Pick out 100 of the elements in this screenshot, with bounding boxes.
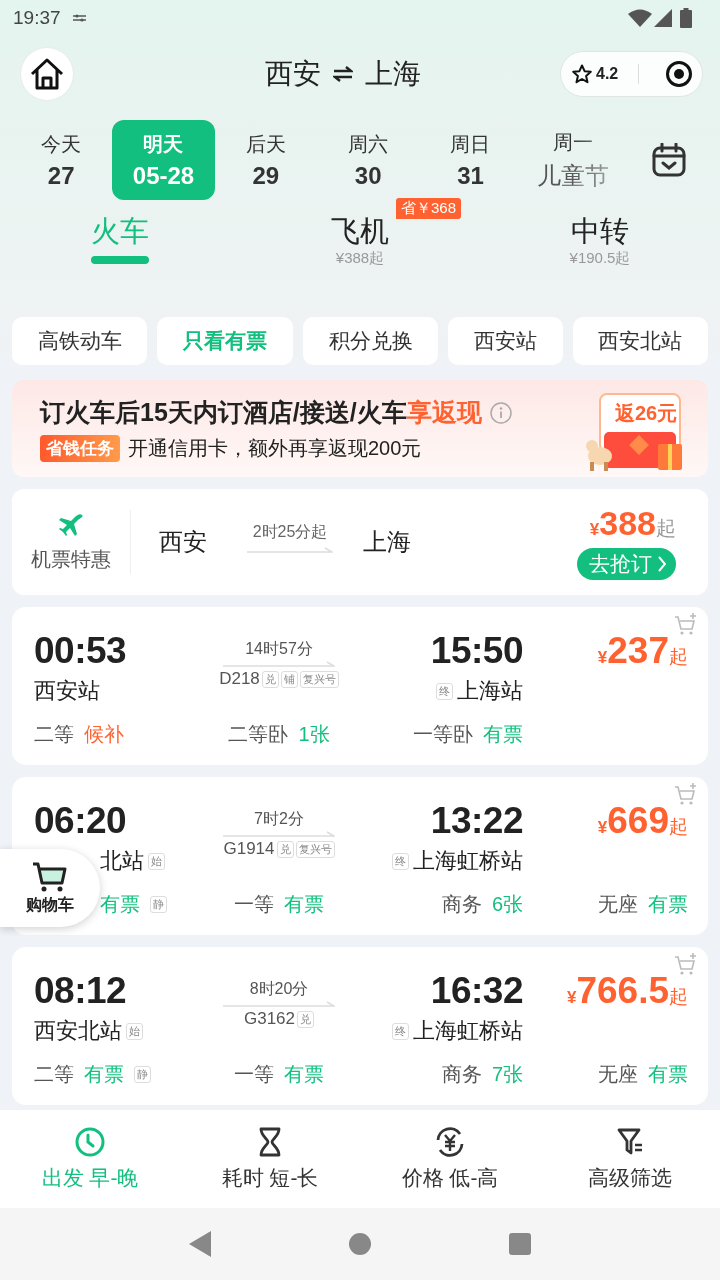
departure-station: 西安北站 [34, 1017, 122, 1045]
sort-option[interactable]: 高级筛选 [540, 1110, 720, 1208]
wifi-icon [628, 9, 652, 27]
mode-tab[interactable]: 飞机 ¥388起 [331, 214, 389, 294]
seat-status: 有票 [100, 892, 140, 917]
info-icon[interactable] [489, 401, 512, 424]
sort-option[interactable]: 价格 低-高 [360, 1110, 540, 1208]
arrival-time: 15:50 [430, 629, 523, 673]
promo-text: 开通信用卡，额外再享返现200元 [128, 436, 422, 461]
signal-icon [654, 9, 672, 27]
weekday-label: 明天 [143, 131, 184, 157]
task-badge: 省钱任务 [40, 435, 120, 462]
seat-class: 商务 [441, 892, 482, 917]
departure-time: 08:12 [34, 969, 128, 1013]
home-icon [30, 58, 64, 90]
train-number: D218 [219, 669, 260, 689]
weekday-label: 周一 [552, 129, 593, 155]
seat-status: 有票 [648, 1062, 688, 1087]
train-number: G3162 [243, 1009, 295, 1029]
deal-label: 机票特惠 [31, 546, 111, 572]
tag-label: 终 [392, 852, 409, 870]
filter-chip[interactable]: 高铁动车 [12, 317, 148, 365]
departure-station: 西安站 [34, 677, 100, 705]
star-icon[interactable] [572, 64, 592, 84]
target-icon[interactable] [665, 60, 693, 88]
trip-duration: 7时2分 [254, 809, 304, 829]
seat-class: 二等卧 [228, 722, 289, 747]
tag-label: 静 [150, 896, 167, 913]
filter-chip[interactable]: 积分兑换 [302, 317, 439, 365]
tag-label: 兑 [297, 1010, 314, 1028]
destination-city: 上海 [363, 527, 411, 557]
date-label: 05-28 [132, 161, 195, 190]
date-tab[interactable]: 周一 儿童节 [521, 120, 624, 200]
tag-label: 始 [126, 1022, 143, 1040]
mode-price: ¥190.5起 [569, 249, 631, 268]
trip-duration: 8时20分 [249, 979, 309, 999]
calendar-icon[interactable] [652, 143, 686, 177]
chevron-icon [658, 555, 666, 572]
rating-text: 4.2 [596, 65, 619, 83]
flight-duration: 2时25分起 [252, 521, 328, 542]
tag-label: 静 [134, 1066, 151, 1083]
add-to-cart-icon[interactable] [674, 953, 698, 977]
arrival-time: 13:22 [430, 799, 523, 843]
date-label: 30 [354, 161, 382, 190]
seat-status: 7张 [491, 1062, 523, 1087]
tag-label: 兑 [261, 670, 279, 688]
trip-duration: 14时57分 [245, 639, 313, 659]
seat-class: 无座 [598, 892, 638, 917]
date-tab[interactable]: 后天 29 [214, 120, 317, 200]
swap-icon[interactable] [333, 66, 353, 82]
origin-city[interactable]: 西安 [265, 55, 321, 93]
back-icon[interactable] [189, 1231, 211, 1257]
filter-chip[interactable]: 西安北站 [572, 317, 709, 365]
seat-class: 商务 [441, 1062, 482, 1087]
weekday-label: 周日 [450, 131, 491, 157]
seat-status: 有票 [483, 722, 523, 747]
departure-station: 北站 [100, 847, 144, 875]
seat-status: 有票 [284, 1062, 324, 1087]
ticket-price: ¥237起 [597, 629, 688, 673]
saving-badge: 省￥368 [396, 198, 462, 219]
add-to-cart-icon[interactable] [674, 613, 698, 637]
add-to-cart-icon[interactable] [674, 783, 698, 807]
tag-label: 铺 [280, 670, 298, 688]
seat-status: 1张 [298, 722, 330, 747]
departure-time: 06:20 [34, 799, 128, 843]
date-label: 27 [47, 161, 75, 190]
battery-icon [680, 8, 692, 28]
filter-chip[interactable]: 西安站 [448, 317, 563, 365]
date-tab[interactable]: 今天 27 [10, 120, 113, 200]
ticket-price: ¥766.5起 [566, 969, 688, 1013]
tab-indicator [91, 256, 149, 264]
seat-status: 有票 [284, 892, 324, 917]
date-tab[interactable]: 周六 30 [317, 120, 420, 200]
tag-label: 终 [392, 1022, 409, 1040]
tag-label: 始 [148, 852, 165, 870]
date-label: 31 [457, 161, 484, 190]
seat-class: 无座 [598, 1062, 638, 1087]
departure-time: 00:53 [34, 629, 128, 673]
promo-title: 订火车后15天内订酒店/接送/火车享返现 [40, 397, 482, 428]
train-number: G1914 [223, 839, 275, 859]
seat-status: 有票 [648, 892, 688, 917]
ticket-price: ¥669起 [597, 799, 688, 843]
cart-icon [32, 860, 68, 893]
clock-icon [73, 1126, 107, 1158]
tag-label: 兑 [276, 840, 294, 858]
seat-status: 有票 [84, 1062, 124, 1087]
tag-label: 复兴号 [295, 840, 335, 858]
date-tab[interactable]: 周日 31 [419, 120, 522, 200]
sort-option[interactable]: 耗时 短-长 [180, 1110, 360, 1208]
origin-city: 西安 [159, 527, 207, 557]
flight-price: ¥388起 [589, 504, 676, 542]
arrival-station: 上海站 [457, 677, 523, 705]
weekday-label: 今天 [41, 131, 82, 157]
seat-class: 一等 [234, 892, 274, 917]
home-icon[interactable] [349, 1233, 371, 1255]
mode-tab[interactable]: 中转 ¥190.5起 [569, 214, 631, 294]
cart-button[interactable]: 购物车 [0, 849, 100, 927]
destination-city[interactable]: 上海 [365, 55, 421, 93]
weekday-label: 后天 [245, 131, 286, 157]
arrival-time: 16:32 [430, 969, 523, 1013]
